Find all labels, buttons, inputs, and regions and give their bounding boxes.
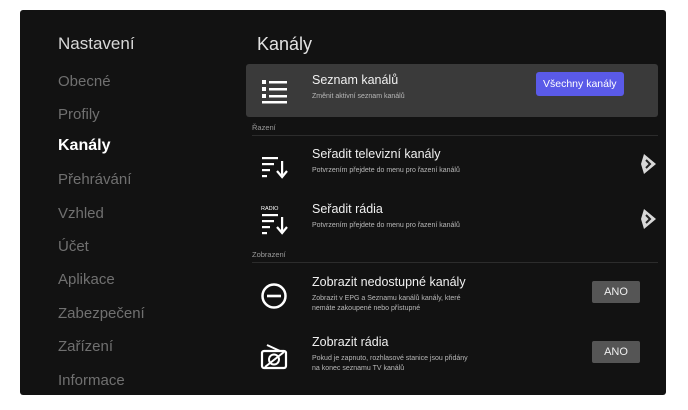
sort-section-label: Řazení (252, 123, 276, 132)
show-unavailable-subtitle-1: Zobrazit v EPG a Seznamu kanálů kanály, … (312, 295, 461, 302)
sort-tv-channels-row[interactable]: Seřadit televizní kanály Potvrzením přej… (246, 140, 658, 190)
channel-list-select-button[interactable]: Všechny kanály (536, 72, 624, 96)
sort-radio-row[interactable]: RADIO Seřadit rádia Potvrzením přejdete … (246, 195, 658, 245)
radio-icon (260, 344, 288, 370)
sidebar-item-account[interactable]: Účet (58, 238, 89, 255)
sidebar-item-applications[interactable]: Aplikace (58, 271, 115, 288)
sidebar-title: Nastavení (58, 34, 135, 53)
channel-list-row[interactable]: Seznam kanálů Změnit aktivní seznam kaná… (246, 64, 658, 117)
channel-list-title: Seznam kanálů (312, 73, 399, 87)
sidebar-item-playback[interactable]: Přehrávání (58, 171, 131, 188)
radio-sort-icon: RADIO (261, 206, 288, 235)
unavailable-icon (261, 283, 287, 309)
display-section-label: Zobrazení (252, 250, 286, 259)
sidebar-item-information[interactable]: Informace (58, 372, 125, 389)
sort-icon (262, 157, 288, 179)
sidebar-item-device[interactable]: Zařízení (58, 338, 113, 355)
sort-radio-subtitle: Potvrzením přejdete do menu pro řazení k… (312, 222, 460, 229)
sort-radio-title: Seřadit rádia (312, 202, 383, 216)
sidebar-item-channels[interactable]: Kanály (58, 137, 110, 155)
show-unavailable-toggle[interactable]: ANO (592, 281, 640, 303)
sidebar-item-security[interactable]: Zabezpečení (58, 305, 145, 322)
sort-section-divider (252, 135, 658, 136)
chevron-right-icon[interactable] (640, 207, 658, 231)
sidebar-item-general[interactable]: Obecné (58, 73, 111, 90)
show-unavailable-row[interactable]: Zobrazit nedostupné kanály Zobrazit v EP… (246, 268, 658, 324)
sidebar-item-appearance[interactable]: Vzhled (58, 205, 104, 222)
sidebar-item-profiles[interactable]: Profily (58, 106, 100, 123)
show-radio-row[interactable]: Zobrazit rádia Pokud je zapnuto, rozhlas… (246, 328, 658, 384)
radio-sort-icon-text: RADIO (261, 206, 279, 212)
channel-list-subtitle: Změnit aktivní seznam kanálů (312, 93, 405, 100)
settings-screen: Nastavení Obecné Profily Kanály Přehrává… (20, 10, 666, 395)
show-radio-toggle[interactable]: ANO (592, 341, 640, 363)
sort-tv-channels-title: Seřadit televizní kanály (312, 147, 441, 161)
show-radio-subtitle-1: Pokud je zapnuto, rozhlasové stanice jso… (312, 355, 468, 362)
show-radio-subtitle-2: na konec seznamu TV kanálů (312, 365, 405, 372)
show-radio-title: Zobrazit rádia (312, 335, 389, 349)
page-title: Kanály (257, 34, 313, 54)
display-section-divider (252, 262, 658, 263)
sort-tv-channels-subtitle: Potvrzením přejdete do menu pro řazení k… (312, 167, 460, 174)
show-unavailable-title: Zobrazit nedostupné kanály (312, 275, 466, 289)
show-unavailable-subtitle-2: nemáte zakoupené nebo přístupné (312, 305, 421, 312)
list-icon (262, 80, 287, 104)
chevron-right-icon[interactable] (640, 152, 658, 176)
